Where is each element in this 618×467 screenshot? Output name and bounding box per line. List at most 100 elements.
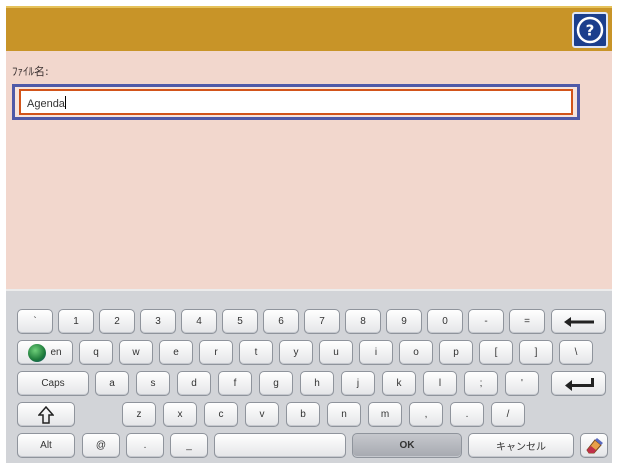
key-row4-9[interactable]: / — [491, 402, 525, 427]
key-label: q — [93, 347, 99, 358]
key-row2-10[interactable]: [ — [479, 340, 513, 365]
key-row2-3[interactable]: r — [199, 340, 233, 365]
key-row2-1[interactable]: w — [119, 340, 153, 365]
caps-label: Caps — [41, 378, 65, 389]
key-row4-3[interactable]: v — [245, 402, 279, 427]
key-label: v — [259, 409, 265, 420]
key-row3-1[interactable]: s — [136, 371, 170, 396]
key-label: m — [380, 409, 390, 420]
key-row2-8[interactable]: o — [399, 340, 433, 365]
key-label: g — [273, 378, 279, 389]
title-bar: ? — [6, 6, 612, 51]
key-row2-0[interactable]: q — [79, 340, 113, 365]
key-row4-5[interactable]: n — [327, 402, 361, 427]
file-name-label: ﾌｧｲﾙ名: — [12, 65, 49, 78]
key-row4-0[interactable]: z — [122, 402, 156, 427]
key-label: \ — [574, 347, 578, 358]
key-row4-8[interactable]: . — [450, 402, 484, 427]
key-row2-2[interactable]: e — [159, 340, 193, 365]
cancel-label: キャンセル — [496, 442, 546, 453]
key-label: 8 — [360, 316, 366, 327]
key-row1-2[interactable]: 2 — [99, 309, 135, 334]
key-row1-4[interactable]: 4 — [181, 309, 217, 334]
key-label: u — [333, 347, 339, 358]
key-row4-1[interactable]: x — [163, 402, 197, 427]
key-label: z — [136, 409, 142, 420]
key-label: h — [314, 378, 320, 389]
key-row3-0[interactable]: a — [95, 371, 129, 396]
key-label: 7 — [319, 316, 325, 327]
key-label: / — [506, 409, 510, 420]
caps-key[interactable]: Caps — [17, 371, 89, 396]
at-key[interactable]: @ — [82, 433, 120, 458]
key-row2-9[interactable]: p — [439, 340, 473, 365]
key-row3-6[interactable]: j — [341, 371, 375, 396]
key-label: a — [109, 378, 115, 389]
text-caret — [64, 96, 66, 109]
key-row2-4[interactable]: t — [239, 340, 273, 365]
key-row1-5[interactable]: 5 — [222, 309, 258, 334]
space-key[interactable] — [214, 433, 346, 458]
key-label: w — [132, 347, 140, 358]
ok-label: OK — [399, 440, 415, 451]
key-row1-3[interactable]: 3 — [140, 309, 176, 334]
key-label: k — [396, 378, 402, 389]
key-row1-9[interactable]: 9 — [386, 309, 422, 334]
key-row3-2[interactable]: d — [177, 371, 211, 396]
key-label: 4 — [196, 316, 202, 327]
underscore-key[interactable]: _ — [170, 433, 208, 458]
key-row2-6[interactable]: u — [319, 340, 353, 365]
key-row4-4[interactable]: b — [286, 402, 320, 427]
file-name-input[interactable]: Agenda — [19, 89, 573, 115]
key-row2-11[interactable]: ] — [519, 340, 553, 365]
eraser-icon — [586, 437, 603, 453]
svg-text:?: ? — [586, 22, 595, 40]
enter-key[interactable] — [551, 371, 606, 396]
cancel-button[interactable]: キャンセル — [468, 433, 574, 458]
key-row1-12[interactable]: = — [509, 309, 545, 334]
file-name-focus-frame: Agenda — [12, 84, 580, 120]
key-row3-3[interactable]: f — [218, 371, 252, 396]
key-row2-12[interactable]: \ — [559, 340, 593, 365]
key-row2-5[interactable]: y — [279, 340, 313, 365]
form-area: ﾌｧｲﾙ名: Agenda — [6, 51, 612, 289]
clear-key[interactable] — [580, 433, 608, 458]
key-row1-11[interactable]: - — [468, 309, 504, 334]
key-row1-7[interactable]: 7 — [304, 309, 340, 334]
key-row4-6[interactable]: m — [368, 402, 402, 427]
alt-key[interactable]: Alt — [17, 433, 75, 458]
key-row3-9[interactable]: ; — [464, 371, 498, 396]
shift-key[interactable] — [17, 402, 75, 427]
key-label: d — [191, 378, 197, 389]
key-row1-6[interactable]: 6 — [263, 309, 299, 334]
key-label: 3 — [155, 316, 161, 327]
help-button[interactable]: ? — [572, 12, 608, 48]
key-row3-8[interactable]: l — [423, 371, 457, 396]
key-row4-2[interactable]: c — [204, 402, 238, 427]
key-row4-7[interactable]: , — [409, 402, 443, 427]
key-label: 9 — [401, 316, 407, 327]
key-row3-5[interactable]: h — [300, 371, 334, 396]
language-key[interactable]: en — [17, 340, 73, 365]
underscore-label: _ — [186, 440, 192, 451]
key-row1-10[interactable]: 0 — [427, 309, 463, 334]
key-label: f — [233, 378, 237, 389]
dot-key[interactable]: . — [126, 433, 164, 458]
key-label: l — [438, 378, 442, 389]
key-label: = — [524, 316, 530, 327]
ok-button[interactable]: OK — [352, 433, 462, 458]
backspace-arrow-icon — [563, 316, 594, 327]
shift-arrow-icon — [38, 405, 54, 424]
key-row1-8[interactable]: 8 — [345, 309, 381, 334]
key-label: 5 — [237, 316, 243, 327]
key-row3-4[interactable]: g — [259, 371, 293, 396]
key-row1-1[interactable]: 1 — [58, 309, 94, 334]
on-screen-keyboard: ` 1 2 3 4 5 6 7 8 9 0- = q w e r t y u i o p[] \ a s d f g h j k l; ' … — [6, 289, 612, 463]
key-row3-10[interactable]: ' — [505, 371, 539, 396]
key-label: . — [465, 409, 469, 420]
key-row1-0[interactable]: ` — [17, 309, 53, 334]
key-row3-7[interactable]: k — [382, 371, 416, 396]
key-label: s — [150, 378, 156, 389]
key-row2-7[interactable]: i — [359, 340, 393, 365]
backspace-key[interactable] — [551, 309, 606, 334]
